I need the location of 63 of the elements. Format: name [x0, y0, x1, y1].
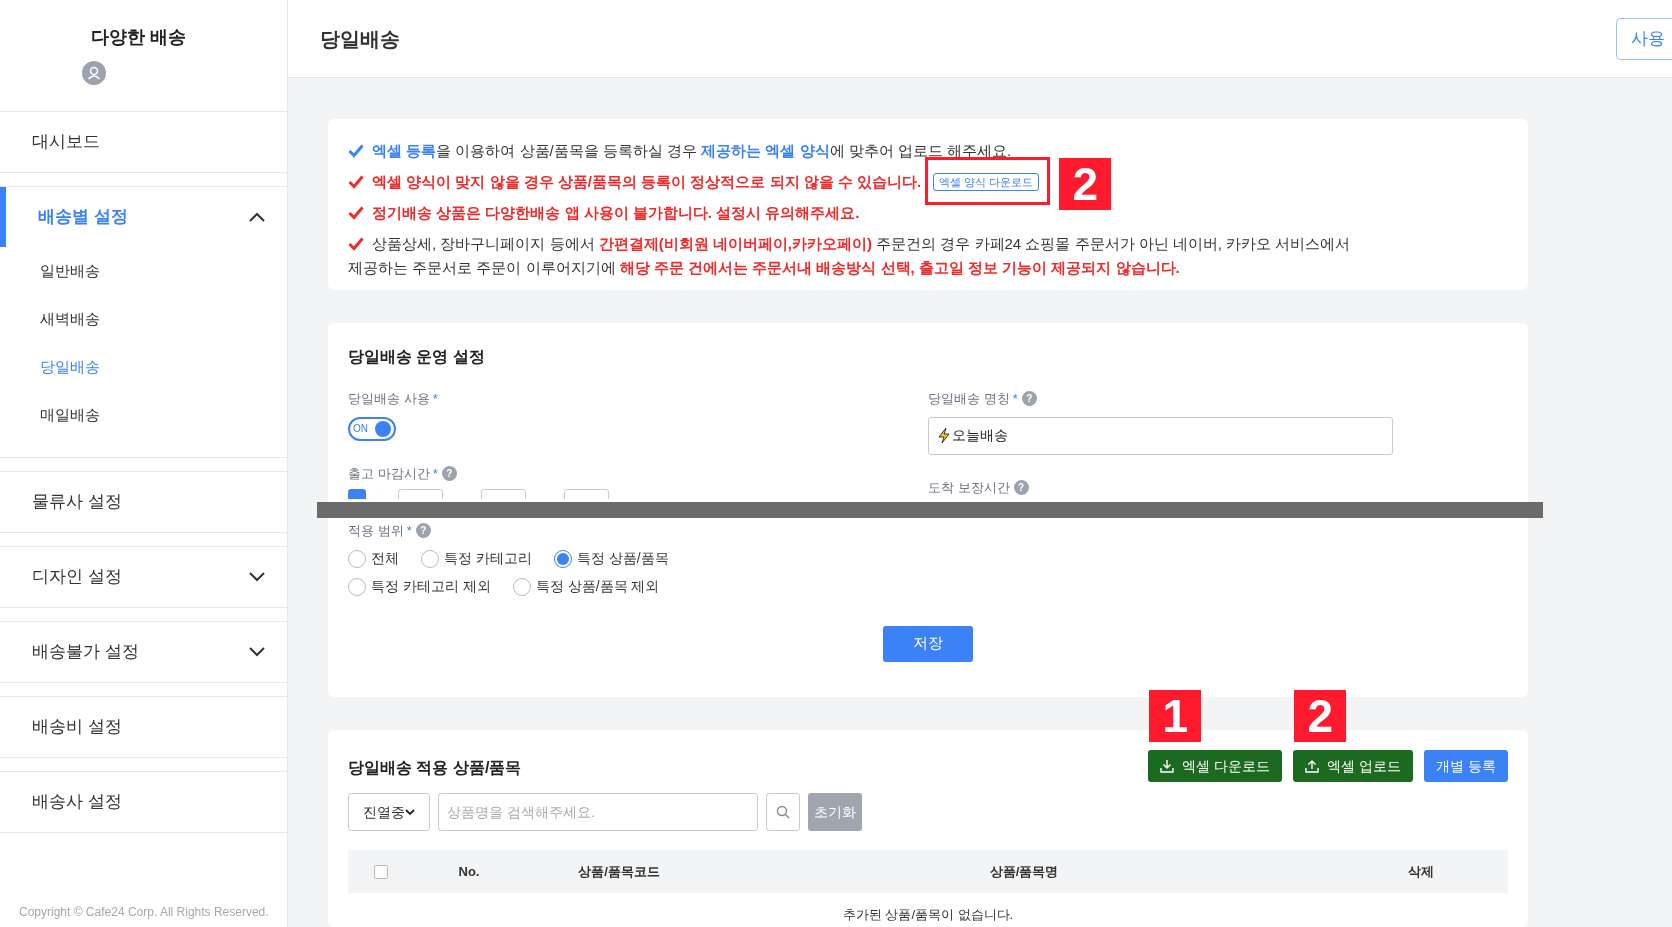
notice-text: 엑셀 등록을 이용하여 상품/품목을 등록하실 경우 제공하는 엑셀 양식에 맞추어 업로드 해주세요. — [372, 141, 1012, 161]
radio-option[interactable]: 전체 — [348, 544, 399, 573]
sidebar-item[interactable]: 배송비 설정 — [0, 697, 287, 757]
radio-option[interactable]: 특정 카테고리 — [421, 544, 532, 573]
field-label: 당일배송 사용 — [348, 390, 430, 408]
upload-icon — [1305, 759, 1320, 773]
field-label: 도착 보장시간 — [928, 478, 1010, 497]
notice-text: 상품상세, 장바구니페이지 등에서 간편결제(비회원 네이버페이,카카오페이) 주문건의 경우 카페24 쇼핑몰 주문서가 아닌 네이버, 카카오 서비스에서 제공하는 주문서로 주문이 이루어지기에 해당 주문 건에서는 주문서내 배송방식 선택, 출고일 정보 기능이 제공되지 않습니다. — [348, 234, 1352, 278]
sidebar-item[interactable]: 물류사 설정 — [0, 472, 287, 532]
notice-text: 엑셀 양식이 맞지 않을 경우 상품/품목의 등록이 정상적으로 되지 않을 수 있습니다. — [372, 172, 922, 192]
chevron-down-icon[interactable] — [249, 572, 265, 582]
column-header: 삭제 — [1408, 862, 1434, 881]
required-mark: * — [432, 390, 438, 408]
sidebar-subitem[interactable]: 새벽배송 — [0, 295, 287, 343]
sidebar-subitem[interactable]: 매일배송 — [0, 391, 287, 439]
required-mark: * — [432, 464, 438, 483]
section-title: 당일배송 운영 설정 — [348, 347, 486, 367]
search-field[interactable]: 상품명을 검색해주세요. — [438, 793, 758, 831]
name-field[interactable]: 오늘배송 — [928, 416, 1393, 455]
download-icon — [1160, 759, 1175, 773]
status-dropdown[interactable]: 진열중 — [348, 793, 430, 831]
section-title: 당일배송 적용 상품/품목 — [348, 758, 522, 778]
excel-download-button[interactable]: 엑셀 다운로드 — [1148, 750, 1283, 782]
toggle-switch[interactable]: ON — [348, 416, 396, 441]
header-button[interactable]: 사용 — [1616, 17, 1672, 60]
lightning-icon — [937, 427, 951, 444]
column-header: No. — [458, 862, 480, 881]
avatar-icon[interactable] — [81, 61, 106, 85]
sidebar-item[interactable]: 대시보드 — [0, 112, 287, 172]
select-all-checkbox[interactable] — [374, 864, 388, 879]
field-label: 출고 마감시간 — [348, 464, 430, 483]
number-badge: 1 — [1149, 690, 1202, 742]
chevron-up-icon[interactable] — [249, 212, 265, 222]
register-button[interactable]: 개별 등록 — [1424, 750, 1508, 782]
template-download-link[interactable]: 엑셀 양식 다운로드 — [933, 173, 1040, 191]
sidebar-subitem[interactable]: 당일배송 — [0, 343, 287, 391]
app-title: 다양한 배송 — [91, 26, 186, 49]
radio-option[interactable]: 특정 카테고리 제외 — [348, 572, 491, 601]
number-badge: 2 — [1059, 158, 1112, 210]
sidebar-item[interactable]: 배송불가 설정 — [0, 622, 287, 682]
field-label: 적용 범위 — [348, 522, 404, 540]
radio-option[interactable]: 특정 상품/품목 — [553, 544, 669, 573]
notice-text: 정기배송 상품은 다양한배송 앱 사용이 불가합니다. 설정시 유의해주세요. — [372, 203, 860, 223]
column-header: 상품/품목코드 — [578, 862, 660, 881]
search-icon — [776, 805, 790, 819]
sidebar-item[interactable]: 배송사 설정 — [0, 772, 287, 832]
sidebar-item[interactable]: 배송별 설정 — [0, 187, 287, 247]
field-label: 당일배송 명칭 — [928, 390, 1010, 408]
number-badge: 2 — [1294, 690, 1347, 742]
sidebar-subitem[interactable]: 일반배송 — [0, 247, 287, 295]
sidebar-item[interactable]: 디자인 설정 — [0, 547, 287, 607]
search-button[interactable] — [766, 793, 800, 831]
column-header: 상품/품목명 — [989, 862, 1059, 881]
chevron-down-icon[interactable] — [249, 647, 265, 657]
copyright-text: Copyright © Cafe24 Corp. All Rights Reserved. — [19, 904, 269, 921]
empty-message: 추가된 상품/품목이 없습니다. — [841, 906, 1015, 924]
save-button[interactable]: 저장 — [883, 625, 973, 662]
required-mark: * — [1012, 390, 1018, 408]
page-title: 당일배송 — [320, 26, 400, 52]
excel-upload-button[interactable]: 엑셀 업로드 — [1293, 750, 1414, 782]
chevron-down-icon — [405, 808, 415, 816]
radio-option[interactable]: 특정 상품/품목 제외 — [512, 572, 660, 601]
required-mark: * — [406, 522, 412, 540]
